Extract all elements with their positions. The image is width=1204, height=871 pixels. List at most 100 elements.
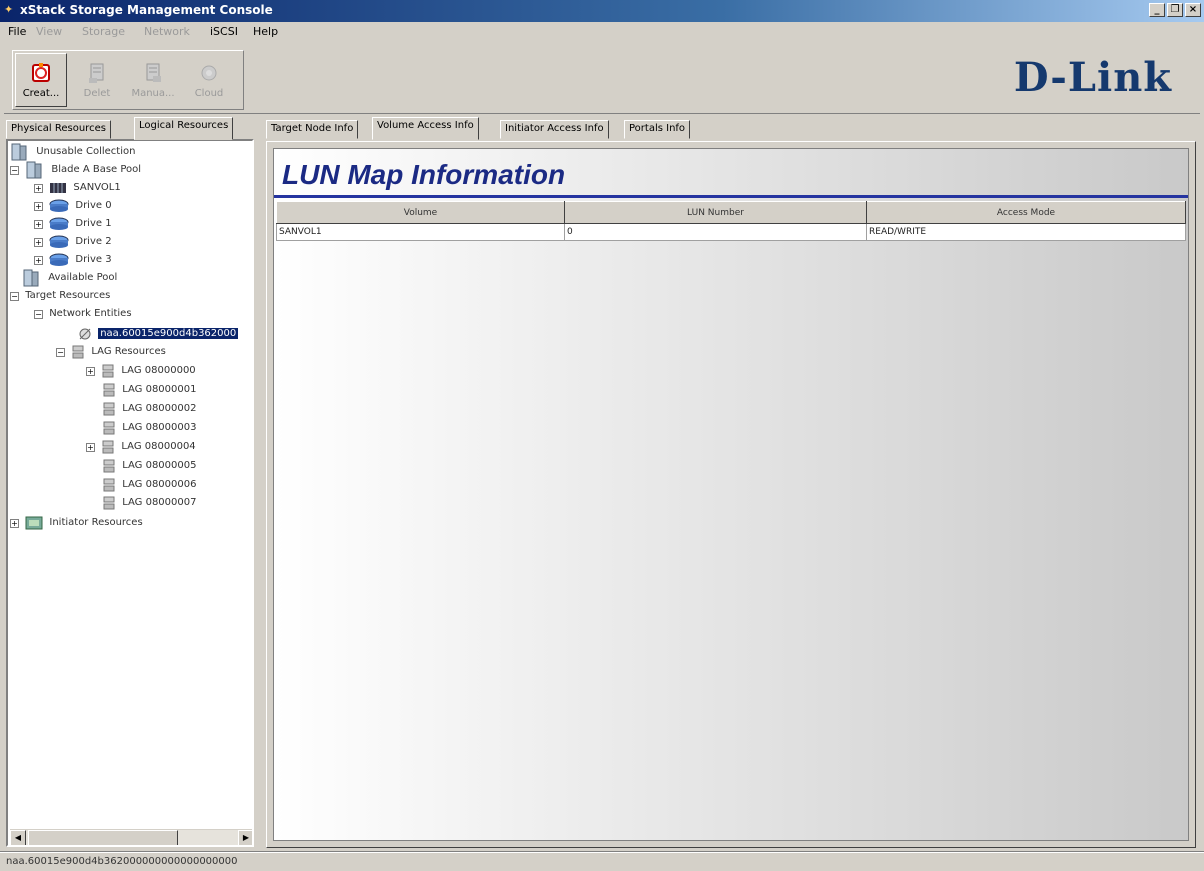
tree-item-lag-08000003[interactable]: LAG 08000003 bbox=[102, 419, 196, 437]
lag-icon bbox=[102, 440, 114, 454]
menu-view[interactable]: View bbox=[36, 25, 62, 38]
create-label: Creat... bbox=[22, 88, 60, 99]
server-icon bbox=[11, 143, 27, 161]
expand-icon[interactable]: + bbox=[86, 442, 95, 452]
tree-item-lag-resources[interactable]: − LAG Resources bbox=[56, 343, 166, 361]
manual-icon bbox=[146, 63, 161, 82]
title-bar: ✦ xStack Storage Management Console _ ❐ … bbox=[0, 0, 1204, 22]
window-title: xStack Storage Management Console bbox=[20, 3, 273, 17]
delete-button[interactable]: Delet bbox=[71, 53, 123, 107]
tree-item-lag-08000000[interactable]: + LAG 08000000 bbox=[86, 362, 196, 380]
expand-icon[interactable]: + bbox=[10, 518, 19, 528]
tree-item-drive-0[interactable]: + Drive 0 bbox=[34, 197, 112, 215]
lag-icon bbox=[103, 496, 115, 510]
tab-logical-resources[interactable]: Logical Resources bbox=[134, 117, 234, 140]
window-controls: _ ❐ × bbox=[1149, 3, 1201, 17]
menu-help[interactable]: Help bbox=[253, 25, 278, 38]
manual-label: Manua... bbox=[131, 88, 175, 99]
tree-item-unusable-collection[interactable]: Unusable Collection bbox=[10, 143, 135, 161]
tree-item-drive-2[interactable]: + Drive 2 bbox=[34, 233, 112, 251]
collapse-icon[interactable]: − bbox=[34, 309, 43, 319]
collapse-icon[interactable]: − bbox=[10, 291, 19, 301]
drive-icon bbox=[49, 217, 69, 230]
scroll-right-icon[interactable]: ▶ bbox=[238, 830, 252, 845]
cloud-button[interactable]: Cloud bbox=[183, 53, 235, 107]
tree-item-drive-3[interactable]: + Drive 3 bbox=[34, 251, 112, 269]
right-tab-strip: Target Node Info Volume Access Info Init… bbox=[266, 117, 866, 141]
tree-item-lag-08000005[interactable]: LAG 08000005 bbox=[102, 457, 196, 475]
cloud-icon bbox=[201, 65, 217, 81]
cell-access-mode: READ/WRITE bbox=[866, 223, 1186, 241]
page-title: LUN Map Information bbox=[282, 159, 566, 190]
tree-item-lag-08000007[interactable]: LAG 08000007 bbox=[102, 494, 196, 512]
collapse-icon[interactable]: − bbox=[56, 347, 65, 357]
resource-tree: Unusable Collection − Blade A Base Pool … bbox=[6, 139, 254, 847]
column-header-lun-number[interactable]: LUN Number bbox=[564, 201, 867, 224]
drive-icon bbox=[49, 235, 69, 248]
server-icon bbox=[23, 269, 39, 287]
tree-item-initiator-resources[interactable]: + Initiator Resources bbox=[10, 514, 143, 532]
left-panel: Physical Resources Logical Resources Unu… bbox=[4, 117, 256, 850]
tree-item-blade-a-base-pool[interactable]: − Blade A Base Pool bbox=[10, 161, 141, 179]
expand-icon[interactable]: + bbox=[34, 201, 43, 211]
lag-icon bbox=[103, 383, 115, 397]
delete-icon bbox=[89, 63, 104, 83]
expand-icon[interactable]: + bbox=[34, 255, 43, 265]
create-icon bbox=[32, 63, 50, 82]
horizontal-scrollbar[interactable]: ◀ ▶ bbox=[10, 829, 252, 845]
create-button[interactable]: Creat... bbox=[15, 53, 67, 107]
expand-icon[interactable]: + bbox=[34, 237, 43, 247]
menu-iscsi[interactable]: iSCSI bbox=[210, 25, 238, 38]
toolbar-group: Creat... Delet Manua... Cloud bbox=[12, 50, 244, 110]
minimize-icon[interactable]: _ bbox=[1149, 3, 1165, 17]
tree-item-sanvol1[interactable]: + SANVOL1 bbox=[34, 179, 121, 197]
network-node-icon bbox=[79, 328, 91, 340]
lag-icon bbox=[103, 459, 115, 473]
scroll-thumb[interactable] bbox=[28, 830, 178, 845]
tree-item-lag-08000001[interactable]: LAG 08000001 bbox=[102, 381, 196, 399]
tree-item-network-entities[interactable]: − Network Entities bbox=[34, 305, 132, 323]
tab-physical-resources[interactable]: Physical Resources bbox=[6, 120, 111, 139]
initiator-icon bbox=[25, 516, 43, 530]
restore-icon[interactable]: ❐ bbox=[1167, 3, 1183, 17]
lag-icon bbox=[72, 345, 84, 359]
tab-volume-access-info[interactable]: Volume Access Info bbox=[372, 117, 479, 140]
lun-map-panel: LUN Map Information Volume LUN Number Ac… bbox=[273, 148, 1189, 841]
tree-item-lag-08000004[interactable]: + LAG 08000004 bbox=[86, 438, 196, 456]
column-header-volume[interactable]: Volume bbox=[276, 201, 565, 224]
tree-item-lag-08000006[interactable]: LAG 08000006 bbox=[102, 476, 196, 494]
tree-item-lag-08000002[interactable]: LAG 08000002 bbox=[102, 400, 196, 418]
volume-icon bbox=[50, 183, 67, 193]
status-divider bbox=[0, 852, 1204, 853]
table-row[interactable]: SANVOL1 0 READ/WRITE bbox=[276, 223, 1186, 241]
app-icon: ✦ bbox=[4, 3, 14, 16]
menu-storage[interactable]: Storage bbox=[82, 25, 125, 38]
tab-initiator-access-info[interactable]: Initiator Access Info bbox=[500, 120, 609, 139]
left-tab-strip: Physical Resources Logical Resources bbox=[6, 117, 254, 140]
tab-target-node-info[interactable]: Target Node Info bbox=[266, 120, 359, 139]
dlink-logo: D-Link bbox=[1013, 54, 1172, 101]
cell-lun-number: 0 bbox=[564, 223, 867, 241]
manual-button[interactable]: Manua... bbox=[127, 53, 179, 107]
drive-icon bbox=[49, 253, 69, 266]
collapse-icon[interactable]: − bbox=[10, 165, 19, 175]
tab-portals-info[interactable]: Portals Info bbox=[624, 120, 691, 139]
tree-item-naa-node[interactable]: naa.60015e900d4b362000 bbox=[78, 325, 239, 343]
tree-item-drive-1[interactable]: + Drive 1 bbox=[34, 215, 112, 233]
server-icon bbox=[26, 161, 42, 179]
toolbar: Creat... Delet Manua... Cloud D-Link bbox=[4, 44, 1200, 114]
expand-icon[interactable]: + bbox=[34, 183, 43, 193]
menu-file[interactable]: File bbox=[8, 25, 26, 38]
column-header-access-mode[interactable]: Access Mode bbox=[866, 201, 1186, 224]
tree-item-target-resources[interactable]: − Target Resources bbox=[10, 287, 110, 305]
lun-map-table: Volume LUN Number Access Mode SANVOL1 0 … bbox=[276, 201, 1186, 241]
scroll-left-icon[interactable]: ◀ bbox=[10, 830, 26, 845]
lag-icon bbox=[103, 402, 115, 416]
tree-item-available-pool[interactable]: Available Pool bbox=[22, 269, 117, 287]
expand-icon[interactable]: + bbox=[86, 366, 95, 376]
expand-icon[interactable]: + bbox=[34, 219, 43, 229]
menu-network[interactable]: Network bbox=[144, 25, 190, 38]
delete-label: Delet bbox=[83, 88, 111, 99]
status-text: naa.60015e900d4b362000000000000000000 bbox=[6, 856, 238, 867]
close-icon[interactable]: × bbox=[1185, 3, 1201, 17]
